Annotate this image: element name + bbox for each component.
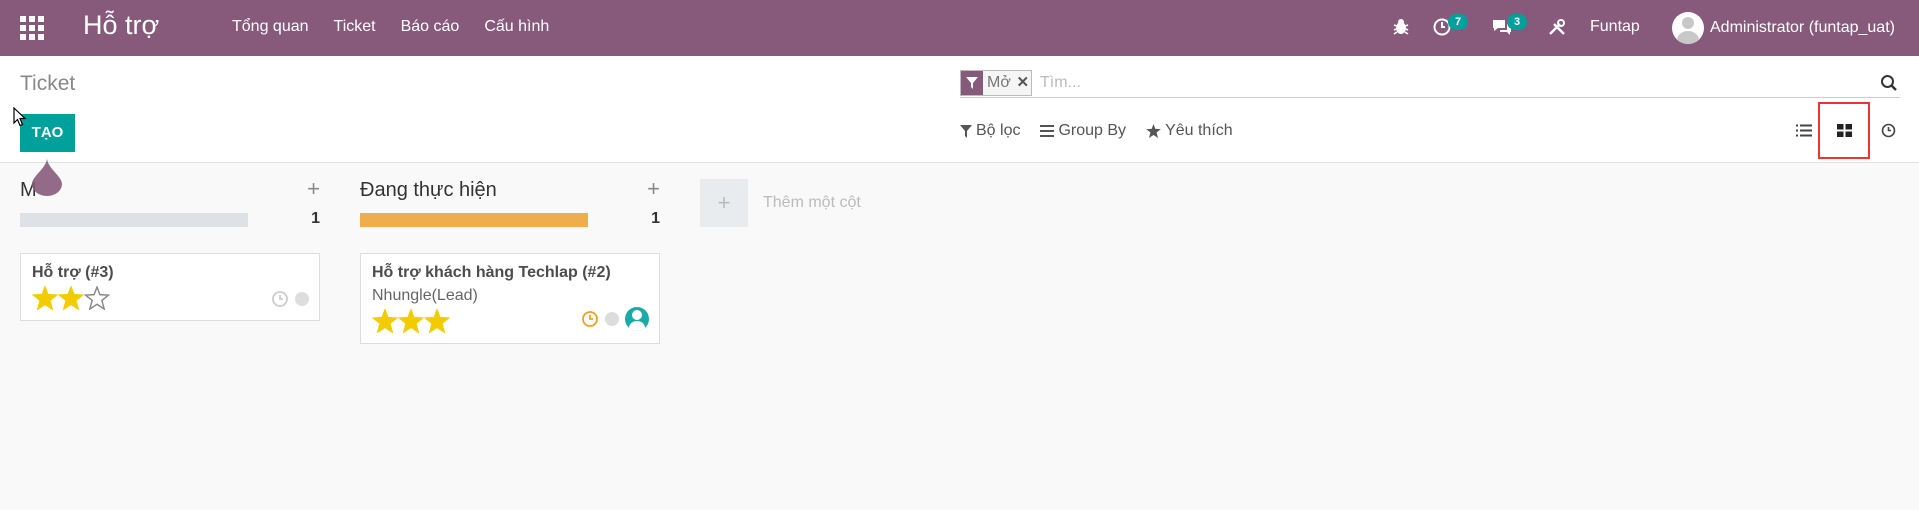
star-filled-icon[interactable] — [372, 309, 398, 333]
app-title[interactable]: Hỗ trợ — [83, 10, 159, 41]
star-filled-icon[interactable] — [398, 309, 424, 333]
add-column-label: Thêm một cột — [763, 194, 861, 211]
kanban-card[interactable]: Hỗ trợ khách hàng Techlap (#2) Nhungle(L… — [360, 253, 660, 344]
apps-grid-icon[interactable] — [20, 16, 44, 40]
user-menu[interactable]: Administrator (funtap_uat) — [1672, 10, 1895, 46]
kanban-card[interactable]: Hỗ trợ (#3) — [20, 253, 320, 321]
card-status — [581, 307, 649, 331]
column-progressbar[interactable] — [20, 213, 248, 227]
messages-count-badge: 3 — [1507, 14, 1527, 30]
star-filled-icon[interactable] — [58, 286, 84, 310]
star-icon — [1146, 124, 1161, 138]
drag-drop-indicator-icon — [32, 158, 62, 196]
breadcrumb: Ticket — [20, 72, 76, 95]
messages-icon[interactable]: 3 — [1491, 14, 1527, 39]
progress-fill — [20, 213, 248, 227]
add-column-button[interactable]: + Thêm một cột — [700, 179, 861, 227]
activity-view-icon[interactable] — [1874, 116, 1902, 144]
column-progressbar[interactable] — [360, 213, 588, 227]
kanban-state-dot[interactable] — [605, 312, 619, 326]
groupby-label: Group By — [1058, 122, 1127, 139]
groupby-button[interactable]: Group By — [1040, 122, 1126, 140]
priority-stars — [32, 286, 308, 310]
list-view-icon[interactable] — [1790, 116, 1818, 144]
star-filled-icon[interactable] — [32, 286, 58, 310]
activity-clock-icon[interactable]: 7 — [1432, 14, 1468, 39]
progress-fill — [360, 213, 588, 227]
kanban-view-icon[interactable] — [1830, 116, 1858, 144]
tools-icon[interactable] — [1547, 17, 1569, 39]
search-icon[interactable] — [1880, 74, 1898, 92]
bug-icon[interactable] — [1391, 17, 1413, 39]
card-status — [271, 290, 309, 308]
search-bar: Mở ✕ — [960, 68, 1900, 98]
kanban-state-dot[interactable] — [295, 292, 309, 306]
quick-create-icon[interactable]: + — [307, 176, 320, 202]
column-count: 1 — [651, 210, 660, 227]
star-empty-icon[interactable] — [84, 286, 110, 310]
activity-clock-icon[interactable] — [271, 290, 289, 308]
filters-button[interactable]: Bộ lọc — [960, 122, 1020, 140]
kanban-board: M + 1 Hỗ trợ (#3) Đang thực hiện + 1 Hỗ … — [0, 163, 1919, 510]
mouse-cursor-icon — [13, 107, 27, 127]
user-name: Administrator (funtap_uat) — [1710, 19, 1895, 36]
menu-item-overview[interactable]: Tổng quan — [232, 18, 309, 36]
control-panel: Ticket TẠO Mở ✕ Bộ lọc Group By Yêu thíc… — [0, 56, 1919, 163]
company-switcher[interactable]: Funtap — [1590, 18, 1640, 36]
facet-value: Mở — [987, 74, 1011, 91]
card-title: Hỗ trợ (#3) — [32, 264, 114, 281]
card-subtitle: Nhungle(Lead) — [372, 287, 478, 304]
top-navbar: Hỗ trợ Tổng quan Ticket Báo cáo Cấu hình… — [0, 0, 1919, 56]
create-button[interactable]: TẠO — [20, 114, 75, 152]
filter-icon — [961, 71, 983, 95]
favorites-button[interactable]: Yêu thích — [1146, 122, 1233, 140]
star-filled-icon[interactable] — [424, 309, 450, 333]
search-input[interactable] — [1040, 71, 1840, 95]
activity-clock-icon[interactable] — [581, 310, 599, 328]
facet-remove-icon[interactable]: ✕ — [1015, 71, 1031, 95]
filter-icon — [960, 124, 972, 138]
assignee-avatar[interactable] — [625, 307, 649, 331]
favorites-label: Yêu thích — [1165, 122, 1233, 139]
menu-item-config[interactable]: Cấu hình — [484, 18, 549, 36]
column-title[interactable]: Đang thực hiện — [360, 179, 497, 202]
bars-icon — [1040, 125, 1055, 137]
menu-item-report[interactable]: Báo cáo — [401, 18, 460, 36]
plus-icon: + — [700, 179, 748, 227]
column-count: 1 — [311, 210, 320, 227]
main-menu: Tổng quan Ticket Báo cáo Cấu hình — [232, 18, 574, 36]
search-options: Bộ lọc Group By Yêu thích — [960, 122, 1253, 140]
menu-item-ticket[interactable]: Ticket — [334, 18, 376, 36]
avatar — [1672, 12, 1704, 44]
card-title: Hỗ trợ khách hàng Techlap (#2) — [372, 264, 611, 281]
search-facet: Mở ✕ — [960, 70, 1032, 96]
filters-label: Bộ lọc — [976, 122, 1021, 139]
view-switcher — [1790, 102, 1895, 160]
quick-create-icon[interactable]: + — [647, 176, 660, 202]
activity-count-badge: 7 — [1448, 14, 1468, 30]
